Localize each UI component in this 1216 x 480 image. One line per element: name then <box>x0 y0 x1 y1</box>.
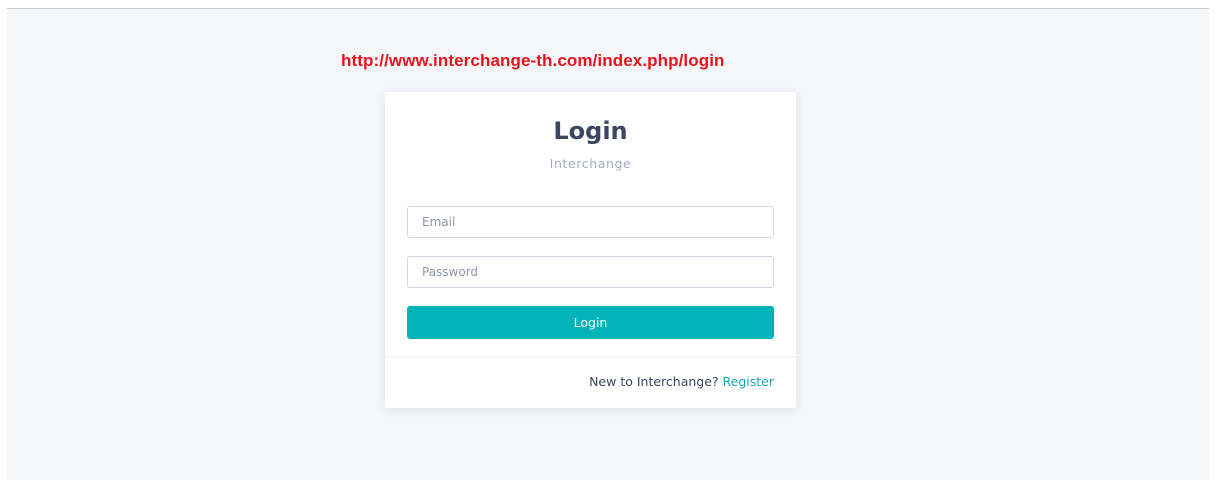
register-link[interactable]: Register <box>723 374 774 389</box>
login-card: Login Interchange Login New to Interchan… <box>385 92 796 408</box>
password-field[interactable] <box>407 256 774 288</box>
email-field[interactable] <box>407 206 774 238</box>
card-footer: New to Interchange? Register <box>589 374 774 389</box>
page-background: http://www.interchange-th.com/index.php/… <box>7 8 1209 480</box>
card-divider <box>385 356 796 357</box>
login-title: Login <box>553 117 628 145</box>
register-prompt: New to Interchange? <box>589 374 719 389</box>
url-caption: http://www.interchange-th.com/index.php/… <box>341 51 725 70</box>
login-button[interactable]: Login <box>407 306 774 339</box>
login-subtitle: Interchange <box>549 156 632 171</box>
